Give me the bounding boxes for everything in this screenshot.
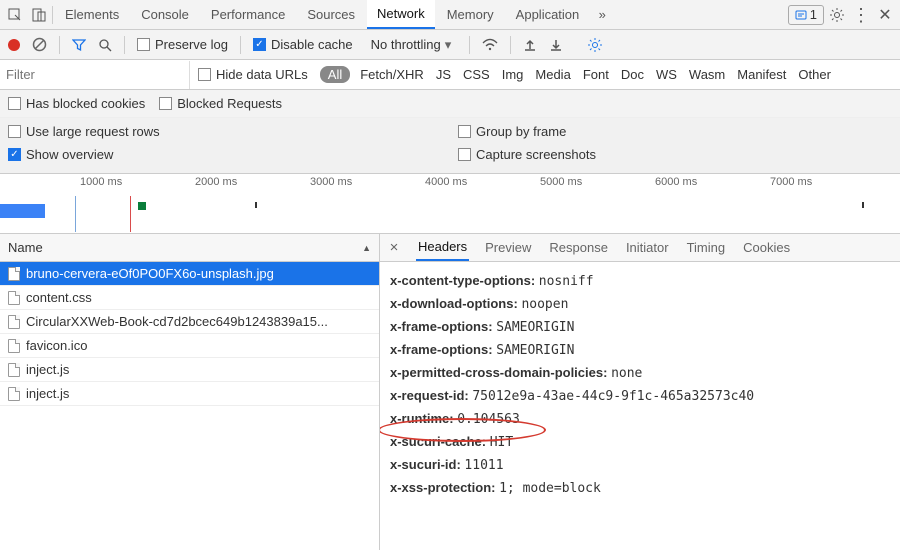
- inspect-icon[interactable]: [4, 4, 26, 26]
- wifi-icon[interactable]: [482, 38, 498, 52]
- filter-type-js[interactable]: JS: [430, 67, 457, 82]
- filter-type-wasm[interactable]: Wasm: [683, 67, 731, 82]
- show-overview-checkbox[interactable]: ✓Show overview: [8, 147, 442, 162]
- throttling-select[interactable]: No throttling▾: [365, 35, 458, 55]
- preserve-log-checkbox[interactable]: Preserve log: [137, 37, 228, 52]
- filter-input[interactable]: [0, 61, 190, 89]
- filter-type-font[interactable]: Font: [577, 67, 615, 82]
- more-tabs-icon[interactable]: »: [591, 4, 613, 26]
- header-row: x-permitted-cross-domain-policies: none: [390, 362, 890, 385]
- device-icon[interactable]: [28, 4, 50, 26]
- gear-icon[interactable]: [587, 37, 603, 53]
- header-row: x-download-options: noopen: [390, 293, 890, 316]
- header-row: x-sucuri-id: 11011: [390, 454, 890, 477]
- tab-memory[interactable]: Memory: [437, 1, 504, 28]
- header-row: x-frame-options: SAMEORIGIN: [390, 339, 890, 362]
- gear-icon[interactable]: [826, 4, 848, 26]
- options-row-1: Has blocked cookies Blocked Requests: [0, 90, 900, 118]
- filter-icon[interactable]: [72, 38, 86, 52]
- request-list: Name ▲ bruno-cervera-eOf0PO0FX6o-unsplas…: [0, 234, 380, 550]
- options-row-2: Use large request rows ✓Show overview Gr…: [0, 118, 900, 174]
- tab-elements[interactable]: Elements: [55, 1, 129, 28]
- filter-type-ws[interactable]: WS: [650, 67, 683, 82]
- tab-timing[interactable]: Timing: [685, 235, 728, 260]
- file-icon: [8, 291, 20, 305]
- kebab-icon[interactable]: ⋮: [850, 4, 872, 26]
- response-headers[interactable]: x-content-type-options: nosniff x-downlo…: [380, 262, 900, 550]
- panel-tabs: Elements Console Performance Sources Net…: [0, 0, 900, 30]
- split-view: Name ▲ bruno-cervera-eOf0PO0FX6o-unsplas…: [0, 234, 900, 550]
- request-row[interactable]: favicon.ico: [0, 334, 379, 358]
- filter-type-img[interactable]: Img: [496, 67, 530, 82]
- network-toolbar: Preserve log ✓Disable cache No throttlin…: [0, 30, 900, 60]
- filter-type-all[interactable]: All: [320, 66, 350, 83]
- timeline-mark: [862, 202, 864, 208]
- filter-bar: Hide data URLs All Fetch/XHR JS CSS Img …: [0, 60, 900, 90]
- header-row: x-content-type-options: nosniff: [390, 270, 890, 293]
- large-rows-checkbox[interactable]: Use large request rows: [8, 124, 442, 139]
- file-icon: [8, 267, 20, 281]
- download-icon[interactable]: [549, 38, 563, 52]
- timeline-overview[interactable]: 1000 ms 2000 ms 3000 ms 4000 ms 5000 ms …: [0, 174, 900, 234]
- upload-icon[interactable]: [523, 38, 537, 52]
- tab-network[interactable]: Network: [367, 0, 435, 29]
- blocked-requests-checkbox[interactable]: Blocked Requests: [159, 96, 282, 111]
- clear-icon[interactable]: [32, 37, 47, 52]
- file-icon: [8, 315, 20, 329]
- request-row[interactable]: inject.js: [0, 382, 379, 406]
- filter-type-fetch[interactable]: Fetch/XHR: [354, 67, 430, 82]
- filter-type-media[interactable]: Media: [529, 67, 576, 82]
- tab-sources[interactable]: Sources: [297, 1, 365, 28]
- tab-application[interactable]: Application: [506, 1, 590, 28]
- file-icon: [8, 387, 20, 401]
- tab-performance[interactable]: Performance: [201, 1, 295, 28]
- tab-preview[interactable]: Preview: [483, 235, 533, 260]
- issues-count: 1: [810, 7, 817, 22]
- tab-console[interactable]: Console: [131, 1, 199, 28]
- header-row: x-sucuri-cache: HIT: [390, 431, 890, 454]
- file-icon: [8, 339, 20, 353]
- header-row: x-frame-options: SAMEORIGIN: [390, 316, 890, 339]
- timeline-mark: [255, 202, 257, 208]
- header-row: x-xss-protection: 1; mode=block: [390, 477, 890, 500]
- request-row[interactable]: content.css: [0, 286, 379, 310]
- details-tabs: × Headers Preview Response Initiator Tim…: [380, 234, 900, 262]
- close-details-icon[interactable]: ×: [386, 239, 402, 256]
- tab-headers[interactable]: Headers: [416, 234, 469, 261]
- tab-initiator[interactable]: Initiator: [624, 235, 671, 260]
- tab-cookies[interactable]: Cookies: [741, 235, 792, 260]
- details-pane: × Headers Preview Response Initiator Tim…: [380, 234, 900, 550]
- header-row: x-request-id: 75012e9a-43ae-44c9-9f1c-46…: [390, 385, 890, 408]
- load-marker: [130, 196, 131, 232]
- group-frame-checkbox[interactable]: Group by frame: [458, 124, 892, 139]
- request-row[interactable]: CircularXXWeb-Book-cd7d2bcec649b1243839a…: [0, 310, 379, 334]
- header-row: x-runtime: 0.104563: [390, 408, 890, 431]
- dom-content-marker: [75, 196, 76, 232]
- request-row[interactable]: inject.js: [0, 358, 379, 382]
- file-icon: [8, 363, 20, 377]
- filter-type-manifest[interactable]: Manifest: [731, 67, 792, 82]
- close-icon[interactable]: ✕: [874, 4, 896, 26]
- request-row[interactable]: bruno-cervera-eOf0PO0FX6o-unsplash.jpg: [0, 262, 379, 286]
- disable-cache-checkbox[interactable]: ✓Disable cache: [253, 37, 353, 52]
- hide-data-urls-checkbox[interactable]: Hide data URLs: [190, 67, 316, 82]
- filter-type-doc[interactable]: Doc: [615, 67, 650, 82]
- timeline-mark: [138, 202, 146, 210]
- filter-type-css[interactable]: CSS: [457, 67, 496, 82]
- blocked-cookies-checkbox[interactable]: Has blocked cookies: [8, 96, 145, 111]
- filter-type-other[interactable]: Other: [792, 67, 837, 82]
- sort-arrow-icon: ▲: [362, 243, 371, 253]
- column-header[interactable]: Name ▲: [0, 234, 379, 262]
- record-button[interactable]: [8, 39, 20, 51]
- capture-checkbox[interactable]: Capture screenshots: [458, 147, 892, 162]
- timeline-bar: [0, 204, 45, 218]
- search-icon[interactable]: [98, 38, 112, 52]
- tab-response[interactable]: Response: [547, 235, 610, 260]
- issues-chip[interactable]: 1: [788, 5, 824, 25]
